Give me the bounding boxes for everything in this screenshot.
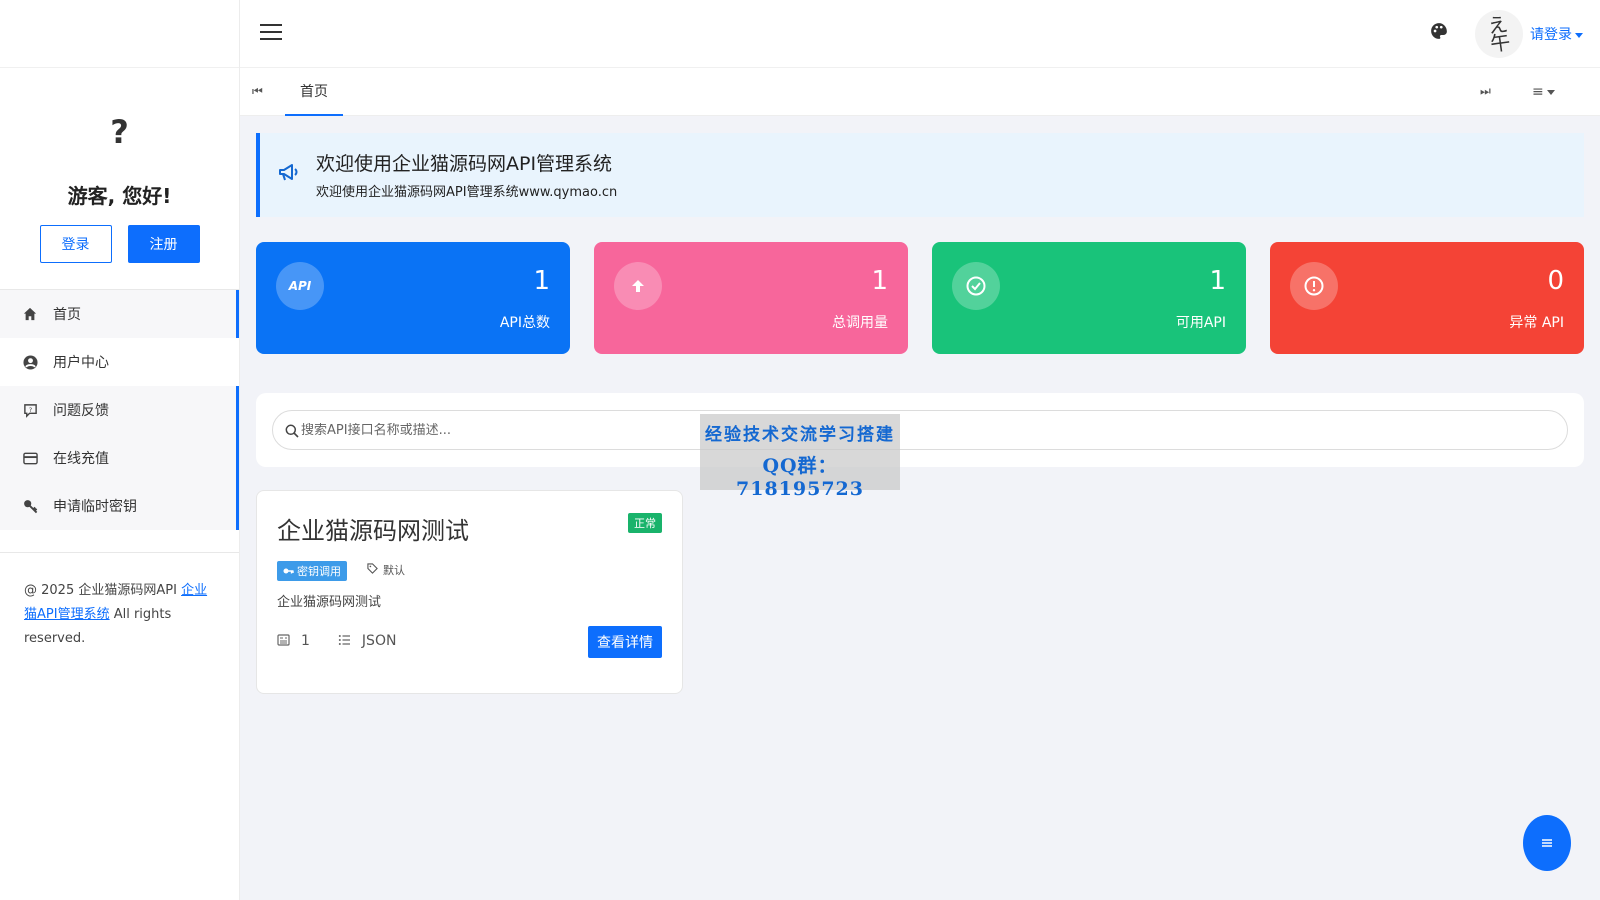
stat-card-available-api: 1 可用API (932, 242, 1246, 354)
palette-icon[interactable] (1430, 22, 1450, 42)
exclamation-circle-icon (1290, 262, 1338, 310)
tab-home[interactable]: 首页 (285, 68, 343, 116)
guest-profile: ? 游客, 您好! 登录 注册 (0, 68, 239, 290)
tab-scroll-left-icon[interactable]: ⏮ (252, 84, 263, 99)
api-card: 企业猫源码网测试 正常 密钥调用 默认 企业猫源码网测试 1 JSON 查看详情 (256, 490, 683, 694)
caret-down-icon (1546, 89, 1555, 95)
search-box (272, 410, 1568, 450)
guest-avatar: ? (110, 113, 129, 151)
sidebar-item-temp-key[interactable]: 申请临时密钥 (0, 482, 239, 530)
sidebar-item-home[interactable]: 首页 (0, 290, 239, 338)
sidebar-item-feedback[interactable]: ? 问题反馈 (0, 386, 239, 434)
login-link-label: 请登录 (1530, 27, 1572, 43)
floating-menu-button[interactable] (1523, 815, 1571, 871)
sidebar-item-user-center[interactable]: 用户中心 (0, 338, 239, 386)
search-panel (256, 393, 1584, 467)
key-icon (283, 565, 294, 578)
tab-bar: ⏮ 首页 ⏭ ≡ (240, 68, 1600, 116)
user-circle-icon (22, 354, 38, 370)
copyright-text: @ 2025 企业猫源码网API (24, 583, 182, 598)
stat-value: 1 (533, 266, 550, 296)
sidebar-item-label: 首页 (53, 307, 81, 323)
stat-card-total-calls: 1 总调用量 (594, 242, 908, 354)
category-tag: 默认 (367, 562, 405, 578)
response-format: JSON (361, 633, 397, 649)
sidebar-item-label: 申请临时密钥 (53, 499, 137, 515)
api-name: 企业猫源码网测试 (277, 517, 469, 545)
list-icon (338, 634, 352, 648)
stat-card-total-api: API 1 API总数 (256, 242, 570, 354)
sidebar-footer: @ 2025 企业猫源码网API 企业猫API管理系统 All rights r… (0, 552, 239, 651)
search-input[interactable] (301, 422, 1501, 438)
calculator-icon (277, 634, 291, 648)
api-description: 企业猫源码网测试 (277, 595, 382, 610)
stat-value: 1 (871, 266, 888, 296)
guest-greeting: 游客, 您好! (67, 184, 172, 208)
stat-label: 总调用量 (832, 315, 888, 331)
tab-options-icon[interactable]: ≡ (1532, 84, 1555, 100)
key-icon (22, 498, 38, 514)
login-button[interactable]: 登录 (39, 225, 112, 263)
sidebar-item-label: 问题反馈 (53, 403, 109, 419)
sidebar-item-label: 用户中心 (53, 355, 109, 371)
feedback-icon: ? (22, 402, 38, 418)
sidebar-item-recharge[interactable]: 在线充值 (0, 434, 239, 482)
stat-label: API总数 (499, 315, 550, 331)
api-meta: 1 JSON (277, 633, 396, 649)
menu-icon (1542, 839, 1552, 847)
call-count: 1 (301, 633, 310, 649)
search-icon (285, 423, 299, 438)
stat-label: 可用API (1175, 315, 1226, 331)
api-icon-text: API (288, 279, 312, 293)
stat-value: 1 (1209, 266, 1226, 296)
announcement-title: 欢迎使用企业猫源码网API管理系统 (316, 153, 613, 175)
caret-down-icon (1575, 32, 1583, 38)
announcement-banner: 欢迎使用企业猫源码网API管理系统 欢迎使用企业猫源码网API管理系统www.q… (256, 133, 1584, 217)
sidebar-nav: 首页 用户中心 ? 问题反馈 在线充值 申请临时密钥 (0, 290, 239, 530)
tab-scroll-right-icon[interactable]: ⏭ (1480, 84, 1491, 99)
tag-icon (367, 563, 378, 577)
status-badge: 正常 (628, 513, 662, 533)
stat-value: 0 (1547, 266, 1564, 296)
user-avatar[interactable]: え 午 (1475, 10, 1523, 58)
top-header: え 午 请登录 (240, 0, 1600, 68)
auth-type-label: 密钥调用 (297, 565, 341, 578)
announcement-text: 欢迎使用企业猫源码网API管理系统www.qymao.cn (316, 185, 618, 200)
view-details-button[interactable]: 查看详情 (588, 626, 662, 658)
tag-label: 默认 (383, 564, 405, 577)
credit-card-icon (22, 450, 38, 466)
sidebar-item-label: 在线充值 (53, 451, 109, 467)
stat-card-error-api: 0 异常 API (1270, 242, 1584, 354)
svg-text:?: ? (28, 405, 32, 413)
stat-label: 异常 API (1509, 315, 1564, 331)
auth-type-badge: 密钥调用 (277, 561, 347, 581)
sidebar-logo-area (0, 0, 239, 68)
watermark-line-2: QQ群：718195723 (736, 455, 864, 500)
avatar-text: え 午 (1486, 11, 1512, 57)
check-circle-icon (952, 262, 1000, 310)
sidebar: ? 游客, 您好! 登录 注册 首页 用户中心 ? 问题反馈 在线充值 申请临时… (0, 0, 240, 900)
home-icon (22, 306, 38, 322)
arrow-up-icon (614, 262, 662, 310)
register-button[interactable]: 注册 (127, 225, 200, 263)
header-login-dropdown[interactable]: 请登录 (1530, 24, 1583, 44)
menu-toggle-icon[interactable] (260, 24, 282, 42)
watermark-line-1: 经验技术交流学习搭建 (705, 425, 895, 445)
api-icon: API (276, 262, 324, 310)
megaphone-icon (278, 163, 302, 187)
watermark-overlay: 经验技术交流学习搭建 QQ群：718195723 (700, 414, 900, 500)
